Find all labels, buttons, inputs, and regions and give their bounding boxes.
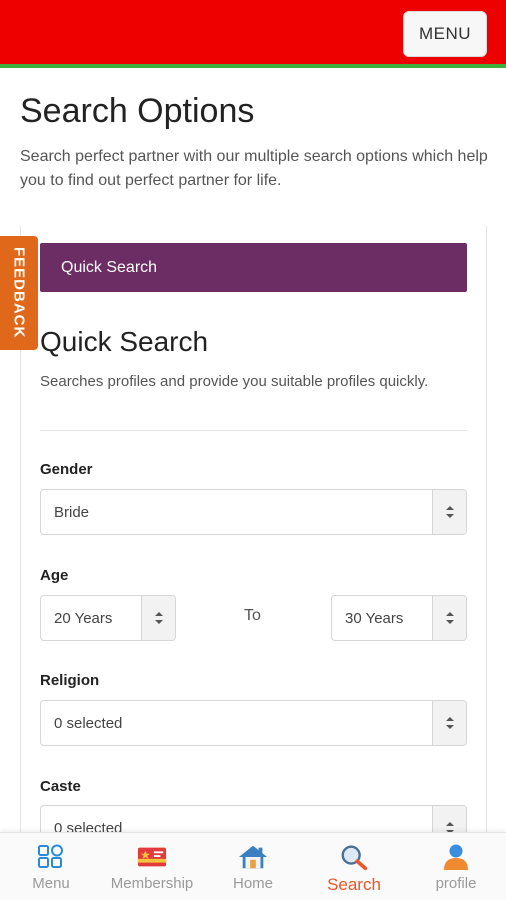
feedback-label: FEEDBACK [10,247,28,339]
select-arrows-icon [432,490,466,534]
membership-card-icon [137,843,167,871]
select-arrows-icon [432,596,466,640]
gender-label: Gender [40,461,93,478]
nav-home[interactable]: Home [220,833,286,900]
nav-label-search: Search [327,875,381,894]
gender-value: Bride [54,503,90,521]
nav-menu[interactable]: Menu [18,833,84,900]
select-arrows-icon [432,701,466,745]
home-icon [238,843,268,871]
age-label: Age [40,567,69,584]
nav-search[interactable]: Search [315,833,393,900]
nav-label-profile: profile [435,875,477,892]
nav-membership[interactable]: Membership [102,833,202,900]
nav-label-membership: Membership [110,875,194,892]
age-to-label: To [244,607,261,624]
nav-profile[interactable]: profile [423,833,489,900]
top-bar: MENU [0,0,506,68]
page-title: Search Options [20,92,255,130]
grid-icon [36,843,66,871]
section-description: Searches profiles and provide you suitab… [40,373,429,390]
gender-select[interactable]: Bride [40,489,467,535]
nav-label-menu: Menu [32,875,70,892]
profile-icon [441,843,471,871]
select-arrows-icon [141,596,175,640]
tab-quick-search[interactable]: Quick Search [40,243,467,292]
search-panel [20,226,487,866]
menu-button[interactable]: MENU [403,11,487,57]
religion-value: 0 selected [54,714,123,732]
search-icon [339,843,369,871]
religion-label: Religion [40,672,100,689]
caste-label: Caste [40,778,81,795]
age-from-value: 20 Years [54,609,113,627]
religion-select[interactable]: 0 selected [40,700,467,746]
age-from-select[interactable]: 20 Years [40,595,176,641]
feedback-tab[interactable]: FEEDBACK [0,236,38,350]
tab-label: Quick Search [61,258,158,276]
section-title: Quick Search [40,326,209,357]
age-to-value: 30 Years [345,609,404,627]
age-to-select[interactable]: 30 Years [331,595,467,641]
nav-label-home: Home [232,875,273,892]
divider [40,430,467,431]
page-description: Search perfect partner with our multiple… [20,148,488,189]
bottom-nav: Menu Membership Home Search profile [0,832,506,900]
